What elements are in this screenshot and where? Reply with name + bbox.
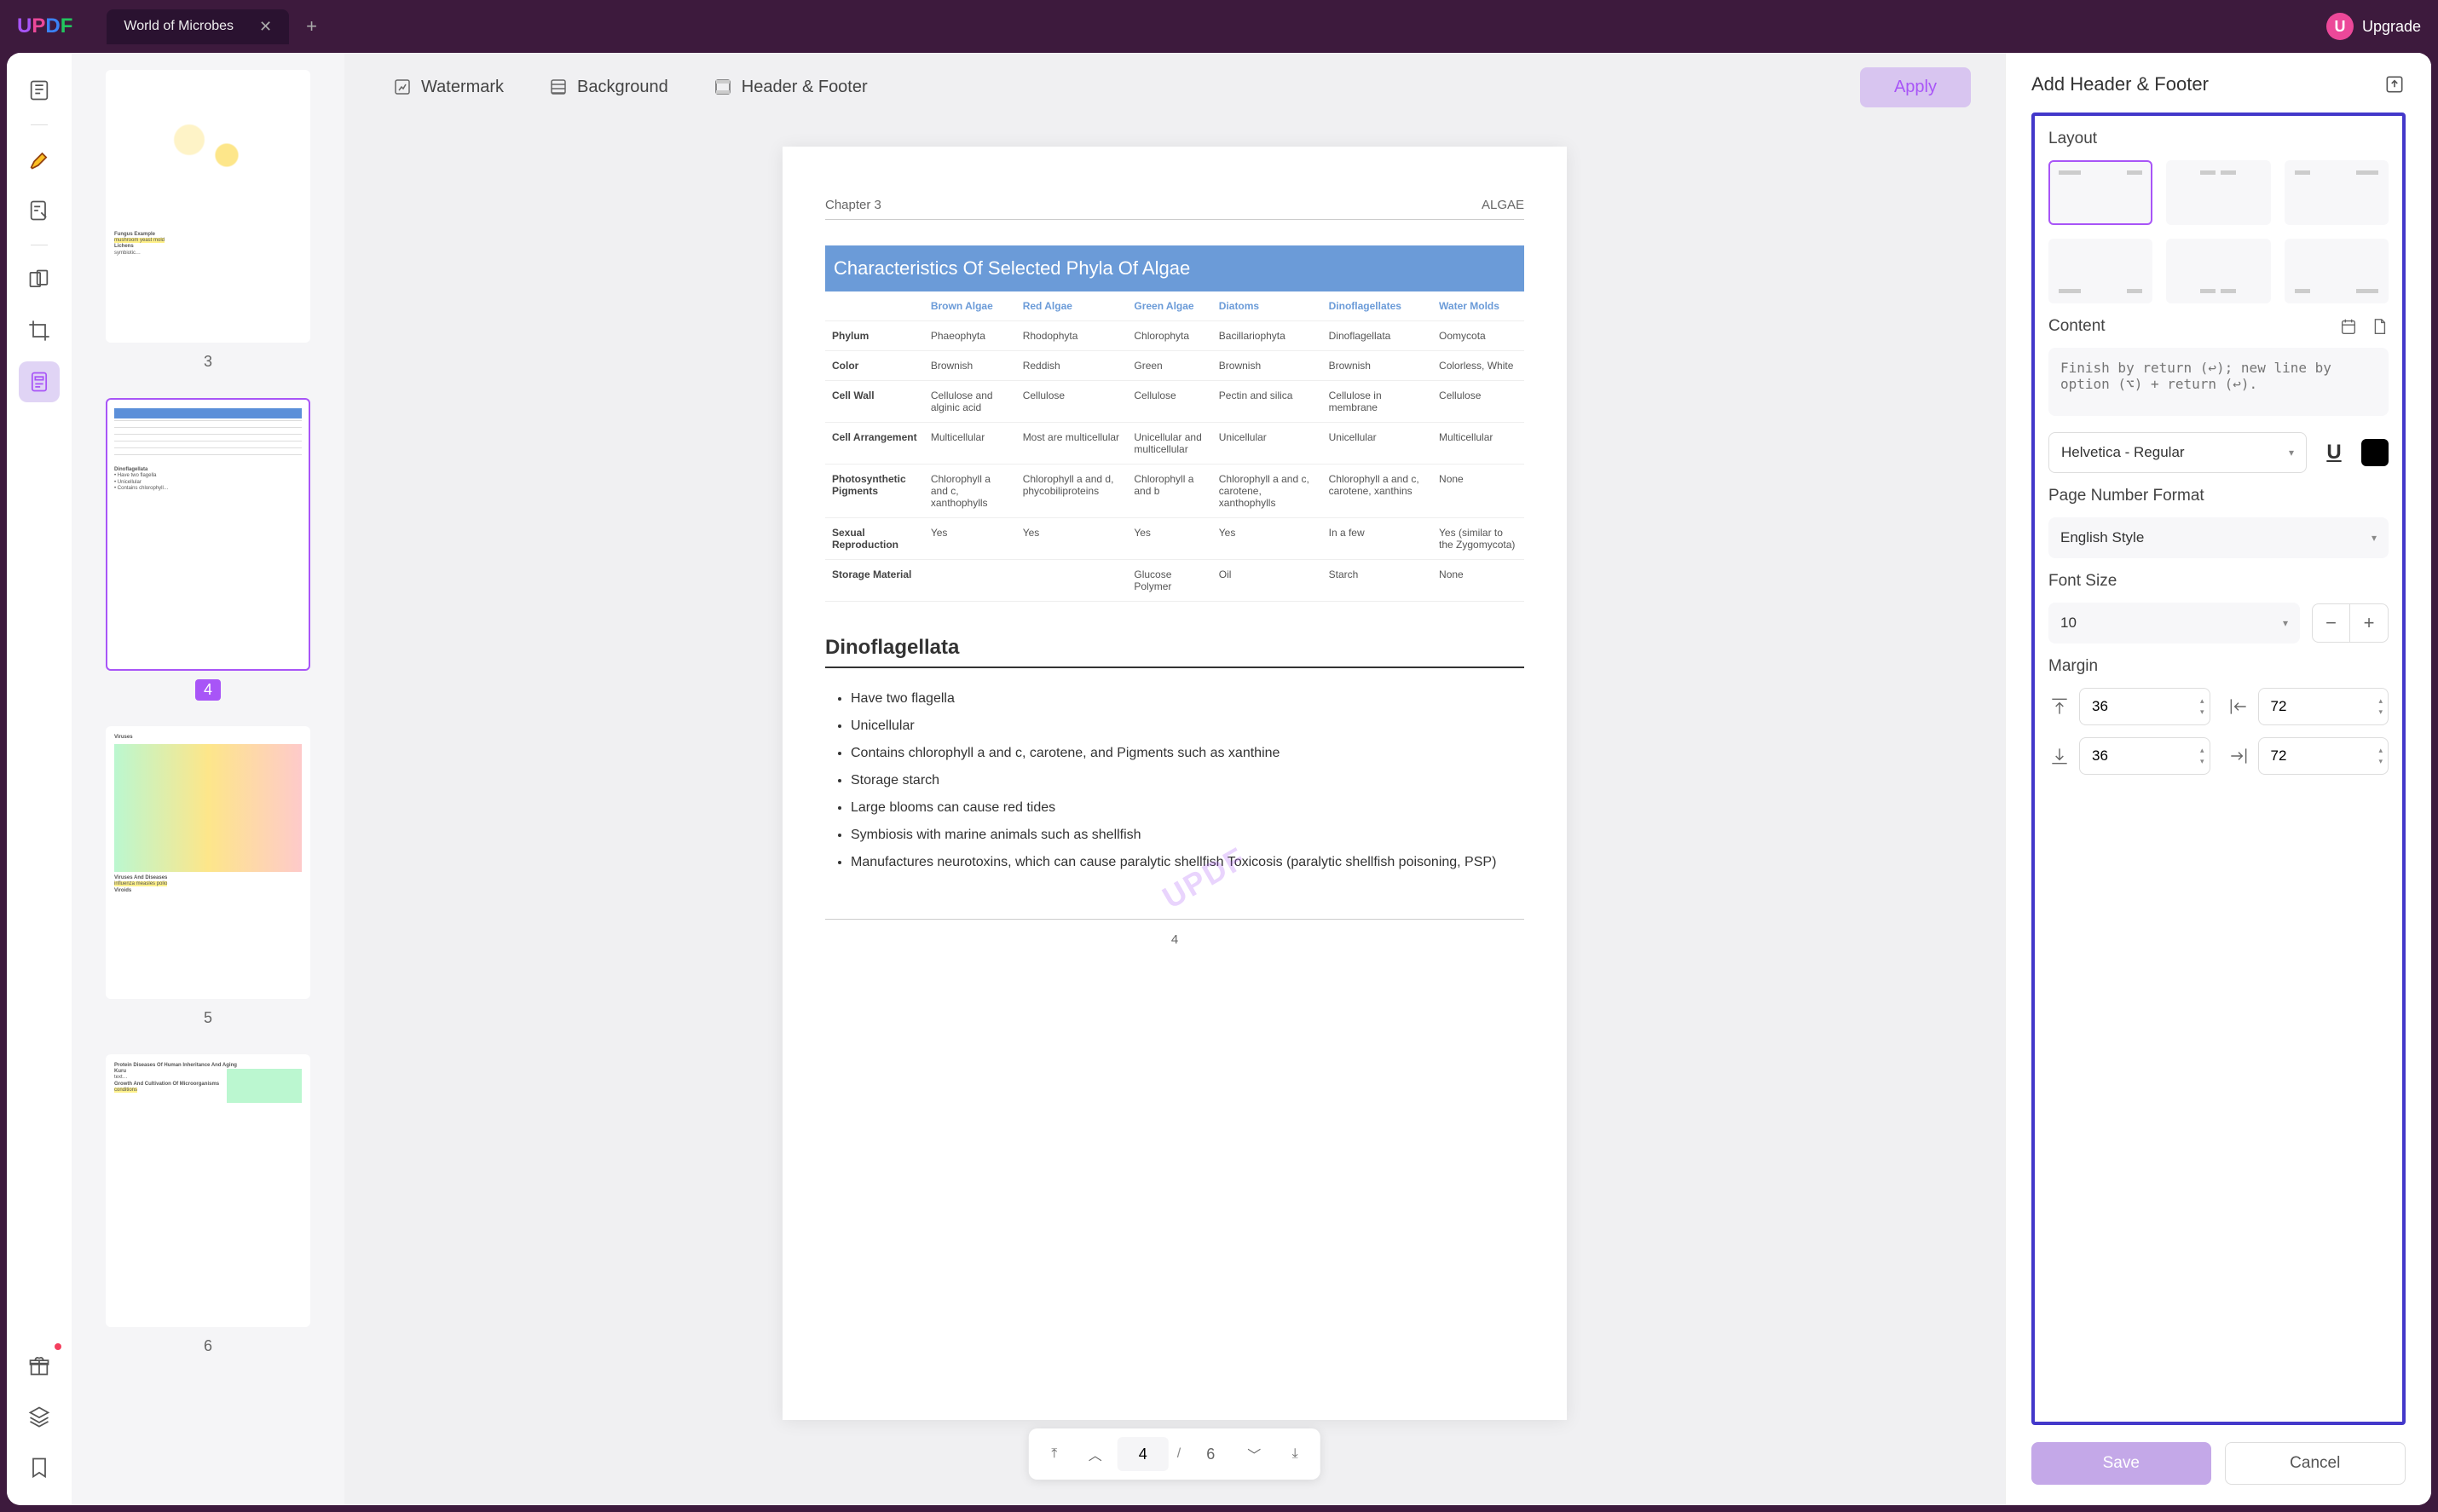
- margin-right-icon: [2227, 745, 2250, 767]
- header-footer-tool[interactable]: Header & Footer: [699, 68, 881, 106]
- last-page-button[interactable]: ⤓: [1276, 1435, 1314, 1473]
- content-textarea[interactable]: [2048, 348, 2389, 416]
- page-icon[interactable]: [2370, 317, 2389, 336]
- margin-top-input[interactable]: ▴▾: [2079, 688, 2210, 725]
- thumbnail-page[interactable]: Viruses Viruses And Diseasesinfluenza me…: [106, 726, 310, 999]
- save-button[interactable]: Save: [2031, 1442, 2211, 1485]
- document-tab[interactable]: World of Microbes ✕: [107, 9, 289, 44]
- font-size-decrease[interactable]: −: [2313, 604, 2350, 642]
- layout-label: Layout: [2048, 130, 2389, 148]
- export-icon[interactable]: [2383, 73, 2406, 95]
- page-navigator: ⤒ ︿ / 6 ﹀ ⤓: [1029, 1428, 1320, 1480]
- font-size-label: Font Size: [2048, 572, 2389, 591]
- margin-label: Margin: [2048, 657, 2389, 676]
- layout-option-4[interactable]: [2048, 239, 2152, 303]
- tab-title: World of Microbes: [124, 19, 234, 34]
- font-size-select[interactable]: 10▾: [2048, 603, 2300, 643]
- total-pages: 6: [1189, 1446, 1232, 1463]
- thumbnail-page[interactable]: Protein Diseases Of Human Inheritance An…: [106, 1054, 310, 1327]
- margin-left-input[interactable]: ▴▾: [2258, 688, 2389, 725]
- layout-options: [2048, 160, 2389, 303]
- thumbnail-number: 4: [195, 679, 221, 701]
- background-tool[interactable]: Background: [534, 68, 682, 106]
- watermark-tool[interactable]: Watermark: [378, 68, 517, 106]
- edit-tool[interactable]: [19, 190, 60, 231]
- upgrade-button[interactable]: U Upgrade: [2326, 13, 2421, 40]
- thumbnail-number: 6: [195, 1336, 221, 1357]
- page-topic: ALGAE: [1482, 198, 1524, 212]
- panel-title: Add Header & Footer: [2031, 73, 2209, 95]
- next-page-button[interactable]: ﹀: [1235, 1435, 1273, 1473]
- thumbnail-item[interactable]: Protein Diseases Of Human Inheritance An…: [89, 1054, 327, 1357]
- thumbnail-page[interactable]: Dinoflagellata• Have two flagella• Unice…: [106, 398, 310, 671]
- gift-tool[interactable]: [19, 1345, 60, 1386]
- page-chapter: Chapter 3: [825, 198, 881, 212]
- layout-option-3[interactable]: [2285, 160, 2389, 225]
- page-number-format-label: Page Number Format: [2048, 487, 2389, 505]
- crop-tool[interactable]: [19, 310, 60, 351]
- section-title: Dinoflagellata: [825, 636, 1524, 668]
- apply-button[interactable]: Apply: [1860, 67, 1971, 107]
- page-footer-number: 4: [825, 919, 1524, 947]
- margin-right-input[interactable]: ▴▾: [2258, 737, 2389, 775]
- tab-close-icon[interactable]: ✕: [259, 18, 272, 36]
- thumbnail-number: 5: [195, 1007, 221, 1029]
- header-footer-panel: Add Header & Footer Layout Content: [2005, 53, 2431, 1505]
- titlebar: UPDF World of Microbes ✕ + U Upgrade: [0, 0, 2438, 53]
- underline-button[interactable]: U: [2315, 434, 2353, 471]
- font-select[interactable]: Helvetica - Regular▾: [2048, 432, 2307, 473]
- margin-top-icon: [2048, 695, 2071, 718]
- bullet-list: Have two flagellaUnicellularContains chl…: [842, 685, 1524, 876]
- app-logo: UPDF: [17, 14, 72, 38]
- bookmark-tool[interactable]: [19, 1447, 60, 1488]
- table-title: Characteristics Of Selected Phyla Of Alg…: [825, 245, 1524, 291]
- page-tools-tool[interactable]: [19, 361, 60, 402]
- document-page: Chapter 3 ALGAE Characteristics Of Selec…: [783, 147, 1567, 1420]
- content-label: Content: [2048, 317, 2106, 336]
- layout-option-5[interactable]: [2166, 239, 2270, 303]
- document-scroll[interactable]: Chapter 3 ALGAE Characteristics Of Selec…: [344, 121, 2005, 1505]
- layers-tool[interactable]: [19, 1396, 60, 1437]
- upgrade-label: Upgrade: [2362, 18, 2421, 36]
- first-page-button[interactable]: ⤒: [1036, 1435, 1073, 1473]
- page-number-input[interactable]: [1118, 1437, 1169, 1471]
- font-color-swatch[interactable]: [2361, 439, 2389, 466]
- reader-tool[interactable]: [19, 70, 60, 111]
- thumbnail-page[interactable]: Fungus Examplemushroom yeast moldLichens…: [106, 70, 310, 343]
- thumbnail-item[interactable]: Viruses Viruses And Diseasesinfluenza me…: [89, 726, 327, 1029]
- comment-tool[interactable]: [19, 139, 60, 180]
- page-number-format-select[interactable]: English Style▾: [2048, 517, 2389, 558]
- margin-bottom-input[interactable]: ▴▾: [2079, 737, 2210, 775]
- organize-tool[interactable]: [19, 259, 60, 300]
- cancel-button[interactable]: Cancel: [2225, 1442, 2406, 1485]
- thumbnail-panel: Fungus Examplemushroom yeast moldLichens…: [72, 53, 344, 1505]
- algae-table: Characteristics Of Selected Phyla Of Alg…: [825, 245, 1524, 602]
- date-icon[interactable]: [2339, 317, 2358, 336]
- left-toolbar: [7, 53, 72, 1505]
- document-area: Watermark Background Header & Footer App…: [344, 53, 2005, 1505]
- margin-bottom-icon: [2048, 745, 2071, 767]
- layout-option-1[interactable]: [2048, 160, 2152, 225]
- thumbnail-number: 3: [195, 351, 221, 372]
- layout-option-2[interactable]: [2166, 160, 2270, 225]
- font-size-increase[interactable]: +: [2350, 604, 2388, 642]
- new-tab-button[interactable]: +: [306, 15, 317, 38]
- margin-left-icon: [2227, 695, 2250, 718]
- thumbnail-item[interactable]: Fungus Examplemushroom yeast moldLichens…: [89, 70, 327, 372]
- user-avatar-icon: U: [2326, 13, 2354, 40]
- document-toolbar: Watermark Background Header & Footer App…: [344, 53, 2005, 121]
- layout-option-6[interactable]: [2285, 239, 2389, 303]
- thumbnail-item[interactable]: Dinoflagellata• Have two flagella• Unice…: [89, 398, 327, 701]
- prev-page-button[interactable]: ︿: [1077, 1435, 1114, 1473]
